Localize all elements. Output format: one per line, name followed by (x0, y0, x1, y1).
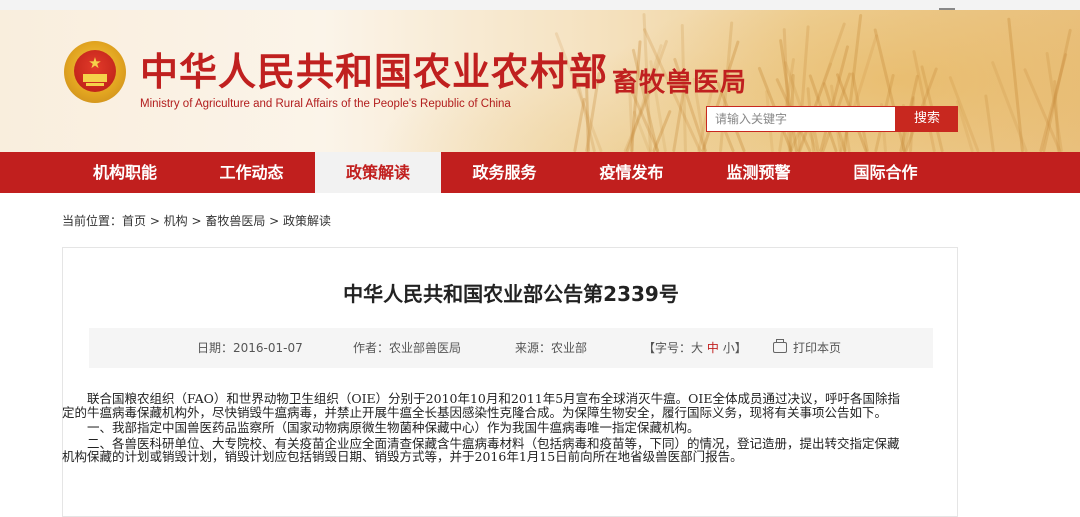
window-minimize-icon[interactable] (939, 0, 955, 10)
print-button[interactable]: 打印本页 (773, 328, 841, 368)
font-large-button[interactable]: 大 (691, 341, 703, 355)
search-button[interactable]: 搜索 (896, 106, 958, 132)
site-title[interactable]: 中华人民共和国农业农村部 (140, 50, 608, 94)
article-paragraph: 一、我部指定中国兽医药品监察所（国家动物病原微生物菌种保藏中心）作为我国牛瘟病毒… (87, 420, 700, 435)
site-subtitle: Ministry of Agriculture and Rural Affair… (140, 98, 511, 110)
article-meta-bar: 日期：2016-01-07 作者：农业部兽医局 来源：农业部 【字号：大 中 小… (89, 328, 933, 368)
wheat-stalk (955, 100, 975, 152)
search-input[interactable] (707, 107, 895, 131)
nav-item-institution[interactable]: 机构职能 (62, 152, 188, 193)
article-date: 日期：2016-01-07 (197, 341, 303, 355)
browser-top-strip (0, 0, 1080, 10)
nav-item-services[interactable]: 政务服务 (441, 152, 568, 193)
national-emblem-icon: ★ (64, 41, 126, 103)
nav-item-international[interactable]: 国际合作 (822, 152, 949, 193)
article-author: 作者：农业部兽医局 (353, 341, 462, 355)
wheat-stalk (1007, 17, 1025, 152)
article-paragraph: 二、各兽医科研单位、大专院校、有关疫苗企业应全面清查保藏含牛瘟病毒材料（包括病毒… (62, 435, 900, 464)
article-body: 联合国粮农组织（FAO）和世界动物卫生组织（OIE）分别于2010年10月和20… (62, 392, 902, 466)
font-medium-button[interactable]: 中 (707, 341, 719, 355)
article-title: 中华人民共和国农业部公告第2339号 (343, 282, 679, 306)
article-panel: 中华人民共和国农业部公告第2339号 日期：2016-01-07 作者：农业部兽… (62, 247, 958, 517)
main-nav: 机构职能 工作动态 政策解读 政务服务 疫情发布 监测预警 国际合作 (0, 152, 1080, 193)
print-label: 打印本页 (793, 341, 842, 355)
search-field[interactable] (706, 106, 896, 132)
department-name[interactable]: 畜牧兽医局 (612, 62, 747, 99)
wheat-stalk (983, 94, 995, 152)
article-source: 来源：农业部 (515, 341, 588, 355)
font-small-button[interactable]: 小 (723, 341, 735, 355)
print-icon (773, 339, 787, 353)
article-paragraph: 联合国粮农组织（FAO）和世界动物卫生组织（OIE）分别于2010年10月和20… (62, 391, 900, 420)
nav-item-monitoring[interactable]: 监测预警 (695, 152, 822, 193)
nav-item-policy[interactable]: 政策解读 (315, 152, 441, 193)
nav-item-work-news[interactable]: 工作动态 (188, 152, 315, 193)
nav-item-epidemic[interactable]: 疫情发布 (568, 152, 695, 193)
font-size-control: 【字号：大 中 小】 (643, 341, 747, 355)
breadcrumb[interactable]: 当前位置：首页 > 机构 > 畜牧兽医局 > 政策解读 (62, 212, 331, 229)
